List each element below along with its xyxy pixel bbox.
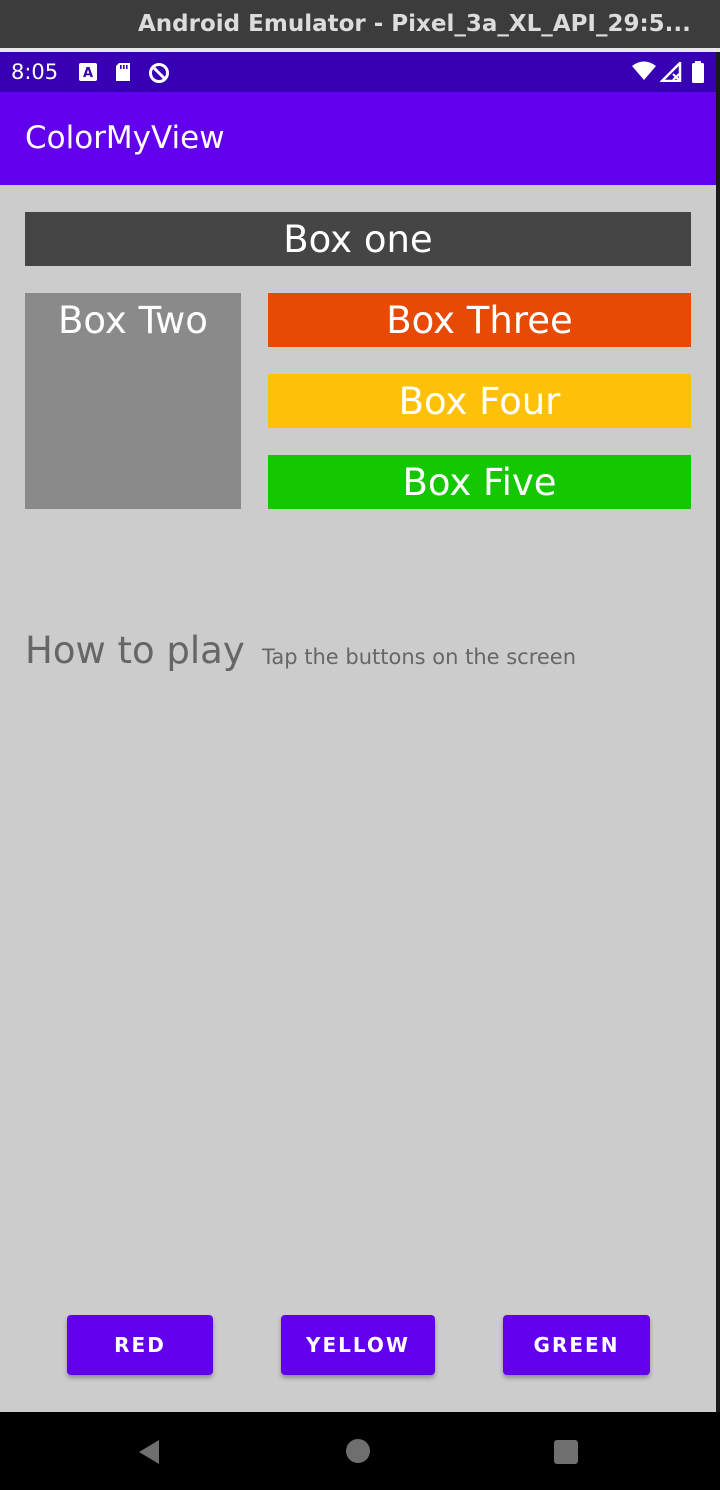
box-four[interactable]: Box Four	[268, 374, 691, 428]
red-button[interactable]: RED	[67, 1315, 213, 1375]
sd-card-icon	[114, 62, 132, 87]
box-three[interactable]: Box Three	[268, 293, 691, 347]
wifi-icon	[631, 61, 657, 86]
assistant-icon	[148, 62, 170, 89]
font-notification-icon: A	[78, 62, 98, 87]
how-to-play-heading: How to play	[25, 629, 245, 672]
signal-icon	[658, 59, 682, 87]
status-bar: 8:05 A	[0, 52, 716, 92]
box-two[interactable]: Box Two	[25, 293, 241, 509]
box-five[interactable]: Box Five	[268, 455, 691, 509]
green-button[interactable]: GREEN	[503, 1315, 650, 1375]
app-title: ColorMyView	[25, 120, 225, 156]
main-content: Box one Box Two Box Three Box Four Box F…	[0, 185, 716, 1412]
svg-text:A: A	[83, 66, 93, 81]
emulator-window-title: Android Emulator - Pixel_3a_XL_API_29:5.…	[0, 0, 720, 48]
yellow-button[interactable]: YELLOW	[281, 1315, 435, 1375]
battery-icon	[691, 61, 705, 88]
box-one[interactable]: Box one	[25, 212, 691, 266]
app-bar: ColorMyView	[0, 92, 716, 185]
instructions-text: Tap the buttons on the screen	[262, 645, 577, 669]
navigation-bar	[0, 1412, 720, 1490]
recents-icon[interactable]	[554, 1440, 578, 1464]
status-time: 8:05	[11, 60, 59, 84]
home-icon[interactable]	[346, 1439, 370, 1463]
back-icon[interactable]	[137, 1439, 161, 1470]
window-edge	[716, 52, 720, 1490]
